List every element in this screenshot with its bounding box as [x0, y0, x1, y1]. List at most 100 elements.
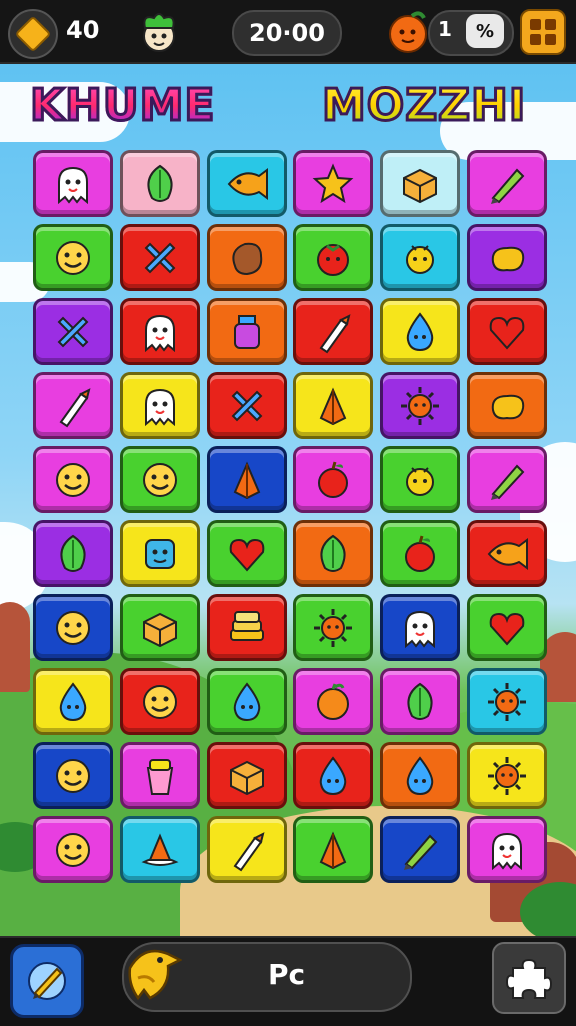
board-tile[interactable] — [380, 224, 461, 291]
ghost-icon — [491, 832, 522, 870]
board-tile[interactable] — [380, 520, 461, 587]
board-tile[interactable] — [466, 224, 547, 291]
board-tile[interactable] — [466, 520, 547, 587]
board-tile[interactable] — [380, 298, 461, 365]
brush-icon — [59, 387, 91, 427]
board-tile[interactable] — [293, 816, 374, 883]
board-tile[interactable] — [119, 372, 200, 439]
board-tile[interactable] — [380, 372, 461, 439]
board-tile[interactable] — [33, 150, 113, 217]
smile-icon — [56, 610, 90, 645]
board-tile[interactable] — [33, 742, 113, 809]
fish-icon — [227, 167, 268, 200]
board-tile[interactable] — [293, 742, 374, 809]
board-tile[interactable] — [293, 372, 374, 439]
board-tile[interactable] — [33, 668, 113, 735]
blob-icon — [491, 246, 525, 271]
board-tile[interactable] — [119, 520, 200, 587]
board-tile[interactable] — [293, 150, 374, 217]
smile-icon — [142, 684, 177, 719]
board-tile[interactable] — [33, 298, 113, 365]
pencil-icon — [28, 962, 66, 1000]
board-tile[interactable] — [119, 224, 200, 291]
ghost-icon — [405, 610, 436, 648]
board-tile[interactable] — [33, 816, 113, 883]
yellow-bird-icon — [128, 949, 182, 1001]
board-tile[interactable] — [206, 742, 287, 809]
sun-icon — [487, 756, 526, 795]
cross-icon — [57, 316, 89, 347]
pencil-button[interactable] — [10, 944, 84, 1018]
timer-display: 20·00 — [232, 10, 342, 56]
board-tile[interactable] — [466, 668, 547, 735]
board-tile[interactable] — [466, 594, 547, 661]
puzzle-button[interactable] — [492, 942, 566, 1014]
board-tile[interactable] — [466, 816, 547, 883]
cross-icon — [144, 242, 176, 273]
board-tile[interactable] — [206, 150, 287, 217]
drop-icon — [320, 755, 347, 795]
heart-icon — [489, 316, 525, 350]
board-tile[interactable] — [380, 668, 461, 735]
title-right: MOZZHI — [320, 79, 527, 133]
pencil-icon — [404, 834, 438, 870]
box-icon — [142, 612, 177, 647]
percent-chip[interactable]: % — [466, 14, 504, 48]
board-tile[interactable] — [206, 446, 287, 513]
board-tile[interactable] — [466, 742, 547, 809]
board-tile[interactable] — [33, 446, 113, 513]
board-tile[interactable] — [293, 594, 374, 661]
board-tile[interactable] — [293, 446, 374, 513]
game-board — [33, 150, 547, 883]
sun-icon — [487, 682, 526, 721]
board-tile[interactable] — [206, 594, 287, 661]
star-icon — [312, 162, 354, 203]
apple-icon — [405, 535, 436, 572]
box-icon — [403, 168, 438, 203]
board-tile[interactable] — [119, 594, 200, 661]
stack-icon — [229, 610, 264, 641]
grid-menu-icon[interactable] — [520, 9, 566, 55]
board-tile[interactable] — [33, 594, 113, 661]
leaf-icon — [320, 534, 346, 572]
coins-button[interactable] — [8, 9, 58, 59]
ghost-icon — [58, 166, 88, 204]
board-tile[interactable] — [206, 816, 287, 883]
board-tile[interactable] — [206, 668, 287, 735]
title-left: KHUME — [29, 79, 216, 133]
drop-icon — [233, 681, 260, 721]
bug-icon — [406, 244, 435, 274]
board-tile[interactable] — [293, 224, 374, 291]
board-tile[interactable] — [466, 372, 547, 439]
board-tile[interactable] — [119, 446, 200, 513]
board-tile[interactable] — [380, 742, 461, 809]
board-tile[interactable] — [119, 150, 200, 217]
board-tile[interactable] — [119, 668, 200, 735]
board-tile[interactable] — [293, 298, 374, 365]
cup-icon — [146, 758, 173, 795]
board-tile[interactable] — [33, 520, 113, 587]
board-tile[interactable] — [206, 520, 287, 587]
board-tile[interactable] — [466, 150, 547, 217]
board-tile[interactable] — [206, 372, 287, 439]
board-tile[interactable] — [380, 816, 461, 883]
board-tile[interactable] — [380, 446, 461, 513]
board-tile[interactable] — [466, 446, 547, 513]
board-tile[interactable] — [119, 816, 200, 883]
tomato-icon — [317, 243, 350, 276]
board-tile[interactable] — [33, 372, 113, 439]
board-tile[interactable] — [380, 594, 461, 661]
board-tile[interactable] — [293, 520, 374, 587]
board-tile[interactable] — [119, 298, 200, 365]
board-tile[interactable] — [206, 298, 287, 365]
board-tile[interactable] — [33, 224, 113, 291]
board-tile[interactable] — [119, 742, 200, 809]
board-tile[interactable] — [466, 298, 547, 365]
board-tile[interactable] — [380, 150, 461, 217]
orange-icon — [317, 682, 350, 720]
smile-icon — [142, 462, 177, 497]
cross-icon — [231, 390, 263, 421]
board-tile[interactable] — [293, 668, 374, 735]
mascot-icon[interactable] — [136, 8, 182, 56]
board-tile[interactable] — [206, 224, 287, 291]
